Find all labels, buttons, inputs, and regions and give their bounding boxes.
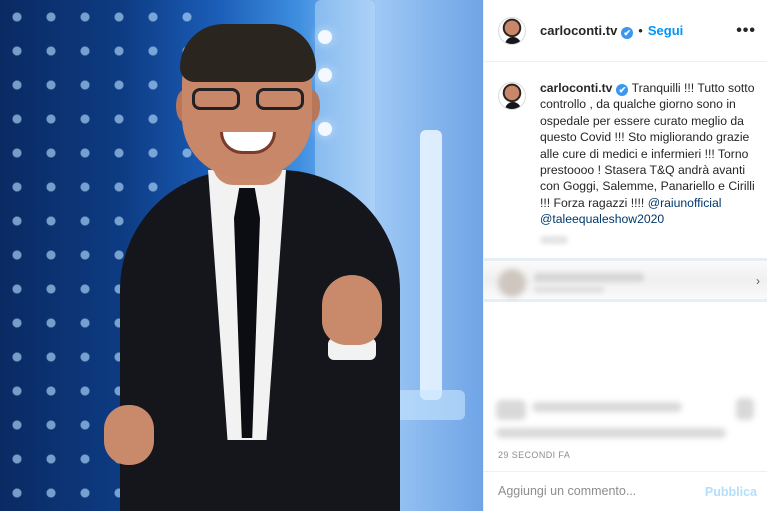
username-link[interactable]: carloconti.tv ✔ (540, 23, 634, 39)
verified-badge-icon: ✔ (621, 26, 634, 39)
blurred-actions (496, 396, 756, 446)
post-side-panel: carloconti.tv ✔ • Segui ••• carloconti.tv… (483, 0, 767, 511)
post-photo[interactable] (0, 0, 483, 511)
post-timestamp: 29 SECONDI FA (498, 450, 571, 460)
mention-link[interactable]: @taleequaleshow2020 (540, 212, 664, 226)
chevron-right-icon[interactable]: › (756, 274, 760, 288)
caption-avatar[interactable] (498, 82, 526, 110)
studio-light-bar (420, 130, 442, 400)
post-caption: carloconti.tv ✔ Tranquilli !!! Tutto sott… (498, 80, 758, 228)
blurred-comment: › (484, 258, 767, 302)
caption-username[interactable]: carloconti.tv ✔ (540, 81, 629, 96)
publish-button[interactable]: Pubblica (705, 485, 757, 499)
avatar[interactable] (498, 16, 526, 45)
mention-link[interactable]: @raiunofficial (648, 196, 722, 210)
comment-input[interactable] (498, 484, 698, 498)
verified-badge-icon: ✔ (616, 84, 629, 96)
presenter-figure (104, 20, 410, 511)
more-options-icon[interactable]: ••• (736, 22, 756, 40)
post-header: carloconti.tv ✔ • Segui ••• (484, 0, 767, 62)
caption-body: Tranquilli !!! Tutto sotto controllo , d… (540, 81, 755, 210)
caption-text: carloconti.tv ✔ Tranquilli !!! Tutto sott… (540, 80, 758, 228)
divider (484, 471, 767, 472)
separator: • (638, 23, 643, 38)
blurred-caption-time (540, 236, 568, 244)
follow-button[interactable]: Segui (648, 23, 683, 38)
